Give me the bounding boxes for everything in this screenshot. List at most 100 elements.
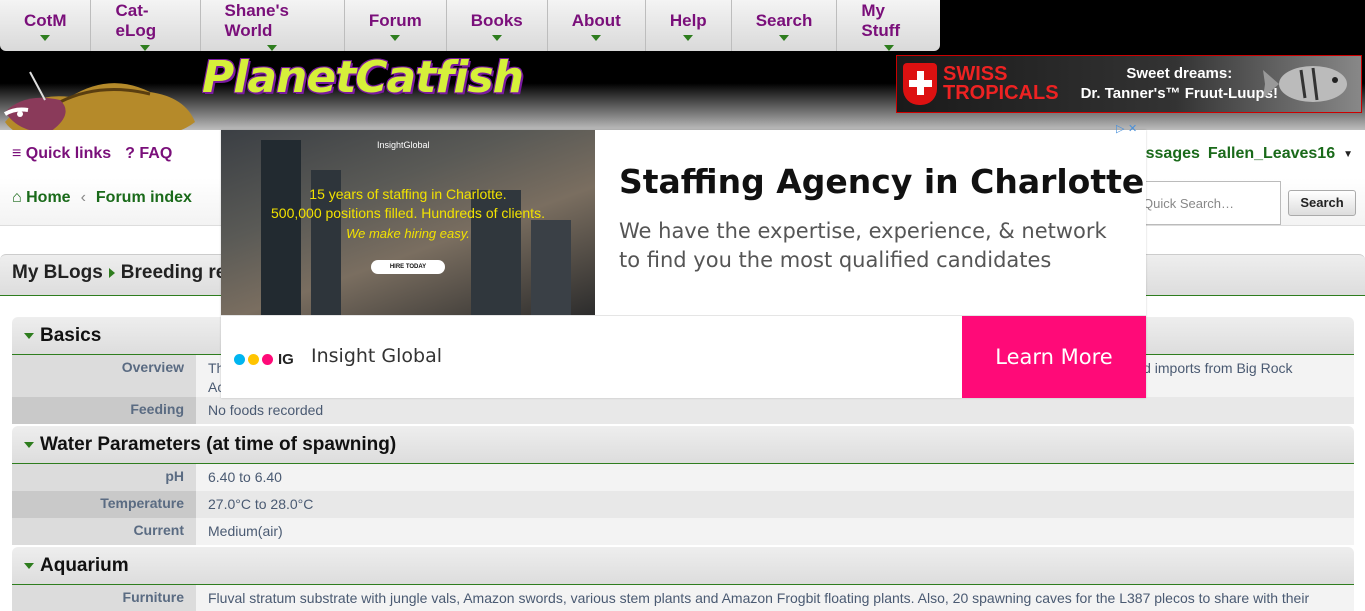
sponsor-banner[interactable]: SWISS TROPICALS Sweet dreams: Dr. Tanner…: [896, 55, 1362, 113]
chevron-down-icon: [591, 34, 602, 41]
nav-cat-elog[interactable]: Cat-eLog: [91, 0, 201, 51]
chevron-down-icon[interactable]: ▼: [1343, 149, 1353, 160]
ad-overlay[interactable]: InsightGlobal 15 years of staffing in Ch…: [221, 130, 1146, 398]
search-input[interactable]: Quick Search…: [1136, 181, 1281, 225]
row-label: pH: [12, 464, 196, 491]
title-crumb-blogs[interactable]: My BLogs: [12, 262, 103, 284]
table-row: Furniture Fluval stratum substrate with …: [12, 585, 1354, 611]
nav-search[interactable]: Search: [732, 0, 838, 51]
swiss-cross-icon: [903, 63, 937, 105]
nav-forum[interactable]: Forum: [345, 0, 447, 51]
quick-links-bar: ≡ Quick links ? FAQ: [12, 145, 172, 163]
table-row: pH 6.40 to 6.40: [12, 464, 1354, 491]
chevron-down-icon: [390, 34, 401, 41]
title-crumb-current: Breeding re: [120, 262, 227, 283]
row-label: Feeding: [12, 397, 196, 424]
search-button[interactable]: Search: [1288, 190, 1356, 216]
nav-label: Shane's World: [224, 0, 290, 40]
table-row: Feeding No foods recorded: [12, 397, 1354, 424]
page-title: My BLogs Breeding re: [12, 262, 226, 284]
faq-link[interactable]: ? FAQ: [125, 145, 172, 163]
breadcrumb-forum-index[interactable]: Forum index: [96, 189, 192, 207]
banner-slogan: Sweet dreams: Dr. Tanner's™ Fruut-Luups!: [1081, 64, 1278, 104]
logo-dot-icon: [262, 354, 273, 365]
ad-advertiser-name[interactable]: Insight Global: [311, 345, 442, 367]
nav-label: Books: [470, 10, 523, 30]
section-title: Basics: [40, 324, 102, 346]
row-label: Current: [12, 518, 196, 545]
chevron-down-icon: [491, 34, 502, 41]
banner-brand: SWISS TROPICALS: [943, 64, 1059, 104]
nav-label: Forum: [368, 10, 422, 30]
question-icon: ?: [125, 145, 140, 162]
ad-image-line2: 500,000 positions filled. Hundreds of cl…: [271, 205, 545, 221]
nav-shanes-world[interactable]: Shane's World: [201, 0, 345, 51]
site-logo-text[interactable]: PlanetCatfish: [202, 52, 524, 103]
logo-dot-icon: [248, 354, 259, 365]
chevron-down-icon: [24, 562, 34, 569]
quick-links-label: Quick links: [25, 145, 112, 162]
row-value: No foods recorded: [196, 397, 1354, 424]
nav-cotm[interactable]: CotM: [0, 0, 92, 51]
row-label: Overview: [12, 355, 196, 397]
username-link[interactable]: Fallen_Leaves16: [1208, 145, 1335, 163]
chevron-down-icon: [24, 332, 34, 339]
ad-image-brand: InsightGlobal: [377, 140, 430, 150]
chevron-down-icon: [267, 44, 278, 51]
logo-text: IG: [278, 351, 294, 368]
row-label: Temperature: [12, 491, 196, 518]
table-row: Temperature 27.0°C to 28.0°C: [12, 491, 1354, 518]
section-aquarium[interactable]: Aquarium: [12, 547, 1354, 585]
overview-value-end: ld imports from Big Rock: [1140, 360, 1293, 376]
nav-label: CotM: [24, 10, 67, 30]
nav-label: Help: [669, 10, 707, 30]
nav-label: Cat-eLog: [115, 0, 157, 40]
menu-icon: ≡: [12, 145, 26, 162]
chevron-down-icon: [683, 34, 694, 41]
nav-books[interactable]: Books: [447, 0, 548, 51]
breadcrumb: ⌂ Home ‹ Forum index: [12, 189, 192, 207]
ad-image-button[interactable]: HIRE TODAY: [371, 260, 445, 274]
ad-image[interactable]: InsightGlobal 15 years of staffing in Ch…: [221, 130, 595, 315]
chevron-right-icon: [108, 268, 115, 278]
adchoices-icon[interactable]: ▷ ✕: [1116, 122, 1137, 135]
nav-label: Search: [755, 10, 813, 30]
chevron-down-icon: [140, 44, 151, 51]
logo-dot-icon: [234, 354, 245, 365]
nav-label: My Stuff: [861, 0, 901, 40]
row-value: 6.40 to 6.40: [196, 464, 1354, 491]
quick-links-link[interactable]: ≡ Quick links: [12, 145, 111, 163]
fish-icon: [1263, 66, 1347, 102]
faq-label: FAQ: [139, 145, 173, 162]
ad-image-line1: 15 years of staffing in Charlotte.: [309, 186, 507, 202]
nav-my-stuff[interactable]: My Stuff: [837, 0, 940, 51]
row-label: Furniture: [12, 585, 196, 611]
breadcrumb-home[interactable]: ⌂ Home: [12, 189, 71, 207]
ad-image-line3: We make hiring easy.: [346, 226, 470, 241]
chevron-down-icon: [40, 34, 51, 41]
table-row: Current Medium(air): [12, 518, 1354, 545]
user-links: messages Fallen_Leaves16 ▼: [1123, 145, 1354, 163]
breadcrumb-separator: ‹: [80, 189, 86, 206]
advertiser-logo: IG: [234, 351, 294, 368]
section-title: Aquarium: [40, 554, 129, 576]
row-value: 27.0°C to 28.0°C: [196, 491, 1354, 518]
chevron-down-icon: [779, 34, 790, 41]
chevron-down-icon: [883, 44, 894, 51]
banner-brand-line2: TROPICALS: [943, 82, 1059, 104]
ad-body[interactable]: We have the expertise, experience, & net…: [619, 217, 1119, 275]
main-nav: CotM Cat-eLog Shane's World Forum Books …: [0, 0, 940, 51]
learn-more-button[interactable]: Learn More: [962, 316, 1146, 398]
row-value: Fluval stratum substrate with jungle val…: [196, 585, 1354, 611]
banner-slogan-line1: Sweet dreams:: [1126, 65, 1233, 82]
section-water-parameters[interactable]: Water Parameters (at time of spawning): [12, 426, 1354, 464]
chevron-down-icon: [24, 441, 34, 448]
nav-label: About: [571, 10, 621, 30]
nav-help[interactable]: Help: [646, 0, 732, 51]
banner-slogan-line2: Dr. Tanner's™ Fruut-Luups!: [1080, 85, 1279, 102]
nav-about[interactable]: About: [548, 0, 646, 51]
ad-headline[interactable]: Staffing Agency in Charlotte: [619, 162, 1144, 201]
home-icon: ⌂: [12, 189, 27, 206]
row-value: Medium(air): [196, 518, 1354, 545]
section-title: Water Parameters (at time of spawning): [40, 433, 397, 455]
